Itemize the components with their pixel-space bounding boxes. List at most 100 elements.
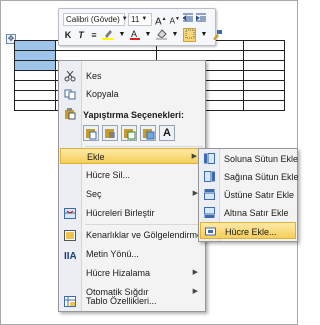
menu-item-label: Metin Yönü... bbox=[86, 249, 139, 259]
chevron-down-icon[interactable]: ▼ bbox=[199, 29, 209, 41]
shading-button[interactable] bbox=[156, 29, 167, 41]
menu-item-label: Hücre Sil... bbox=[86, 170, 131, 180]
chevron-down-icon[interactable]: ▼ bbox=[170, 29, 180, 41]
menu-item-label: Seç bbox=[86, 189, 102, 199]
center-align-button[interactable]: ≡ bbox=[89, 29, 99, 41]
menu-item-borders-shading[interactable]: Kenarlıklar ve Gölgelendirme... bbox=[60, 227, 210, 243]
menu-item-cell-alignment[interactable]: Hücre Hizalama ▶ bbox=[60, 265, 204, 281]
shrink-font-button[interactable]: A▼ bbox=[170, 13, 180, 26]
submenu-item-label: Altına Satır Ekle bbox=[224, 208, 289, 218]
paste-options-icon bbox=[64, 108, 76, 122]
chevron-down-icon[interactable]: ▼ bbox=[143, 29, 153, 41]
table-cell[interactable] bbox=[14, 100, 56, 111]
table-cell[interactable] bbox=[14, 60, 56, 71]
mini-toolbar-row-2: K T ≡ ▼ A ▼ ▼ ▼ bbox=[63, 28, 223, 42]
decrease-indent-icon[interactable] bbox=[182, 13, 193, 25]
borders-button[interactable] bbox=[183, 28, 196, 42]
menu-item-merge-cells[interactable]: Hücreleri Birleştir bbox=[60, 205, 204, 221]
chevron-down-icon: ▼ bbox=[121, 15, 128, 22]
insert-column-left-icon bbox=[204, 153, 215, 164]
bold-label: K bbox=[64, 30, 72, 40]
paste-text-only-label: A bbox=[163, 127, 171, 139]
submenu-item-insert-col-right[interactable]: Sağına Sütun Ekle bbox=[200, 168, 299, 185]
svg-text:IIA: IIA bbox=[64, 251, 76, 260]
merge-cells-icon bbox=[64, 208, 76, 219]
font-size-combo[interactable]: 11 ▼ bbox=[128, 12, 152, 26]
format-painter-icon[interactable] bbox=[212, 29, 223, 41]
menu-item-copy[interactable]: Kopyala bbox=[60, 86, 204, 102]
table-cell[interactable] bbox=[243, 60, 285, 71]
menu-item-delete-cells[interactable]: Hücre Sil... bbox=[60, 167, 204, 183]
menu-item-select[interactable]: Seç ▶ bbox=[60, 186, 204, 202]
table-cell[interactable] bbox=[156, 50, 244, 61]
font-size-value: 11 bbox=[131, 14, 140, 24]
insert-cells-icon bbox=[205, 226, 216, 237]
scissors-icon bbox=[64, 70, 76, 82]
table-cell[interactable] bbox=[14, 70, 56, 81]
menu-separator bbox=[85, 146, 203, 147]
paste-options-heading: Yapıştırma Seçenekleri: bbox=[83, 110, 185, 120]
grow-font-label: A bbox=[155, 16, 162, 28]
submenu-item-insert-row-below[interactable]: Altına Satır Ekle bbox=[200, 204, 296, 221]
menu-item-label: Ekle bbox=[87, 152, 105, 162]
submenu-item-insert-col-left[interactable]: Soluna Sütun Ekle bbox=[200, 150, 298, 167]
table-cell[interactable] bbox=[14, 80, 56, 91]
chevron-right-icon: ▶ bbox=[192, 269, 198, 276]
table-cell[interactable] bbox=[14, 50, 56, 61]
insert-row-above-icon bbox=[204, 189, 215, 200]
chevron-down-icon: ▼ bbox=[141, 15, 148, 22]
text-direction-icon: IIA bbox=[64, 249, 77, 262]
text-highlight-button[interactable] bbox=[102, 29, 114, 41]
chevron-down-icon[interactable]: ▼ bbox=[117, 29, 127, 41]
paste-nest-table-button[interactable] bbox=[121, 125, 137, 141]
table-properties-icon bbox=[64, 296, 76, 307]
borders-icon bbox=[64, 230, 76, 241]
paste-picture-button[interactable] bbox=[140, 125, 156, 141]
mini-toolbar: Calibri (Gövde) ▼ 11 ▼ A▲ A▼ K T ≡ ▼ A ▼… bbox=[58, 8, 222, 46]
table-cell[interactable] bbox=[14, 90, 56, 101]
submenu-item-label: Üstüne Satır Ekle bbox=[224, 190, 295, 200]
italic-button[interactable]: T bbox=[76, 29, 86, 41]
table-cell[interactable] bbox=[243, 70, 285, 81]
menu-item-label: Hücre Hizalama bbox=[86, 268, 151, 278]
table-cell[interactable] bbox=[243, 100, 285, 111]
table-cell[interactable] bbox=[14, 40, 56, 51]
copy-icon bbox=[64, 89, 76, 100]
table-row bbox=[14, 50, 285, 61]
menu-item-cut[interactable]: Kes bbox=[60, 68, 204, 84]
submenu-item-label: Hücre Ekle... bbox=[225, 227, 277, 237]
mini-toolbar-row-1: Calibri (Gövde) ▼ 11 ▼ A▲ A▼ bbox=[63, 12, 206, 28]
menu-item-table-properties[interactable]: Tablo Özellikleri... bbox=[60, 293, 204, 309]
center-align-label: ≡ bbox=[91, 30, 97, 40]
paste-text-only-button[interactable]: A bbox=[159, 125, 175, 141]
menu-item-label: Hücreleri Birleştir bbox=[86, 208, 155, 218]
menu-item-insert[interactable]: Ekle ▶ bbox=[60, 148, 204, 164]
table-cell[interactable] bbox=[243, 80, 285, 91]
submenu-item-insert-row-above[interactable]: Üstüne Satır Ekle bbox=[200, 186, 296, 203]
table-cell[interactable] bbox=[243, 90, 285, 101]
grow-font-button[interactable]: A▲ bbox=[155, 13, 167, 28]
insert-submenu: Soluna Sütun Ekle Sağına Sütun Ekle Üstü… bbox=[198, 148, 299, 242]
font-color-button[interactable]: A bbox=[130, 29, 140, 41]
menu-item-label: Kenarlıklar ve Gölgelendirme... bbox=[86, 230, 210, 240]
font-name-combo[interactable]: Calibri (Gövde) ▼ bbox=[63, 12, 128, 26]
table-cell[interactable] bbox=[55, 50, 157, 61]
menu-item-text-direction[interactable]: IIA Metin Yönü... bbox=[60, 246, 204, 262]
menu-item-label: Tablo Özellikleri... bbox=[86, 296, 157, 306]
font-name-value: Calibri (Gövde) bbox=[66, 14, 120, 24]
insert-column-right-icon bbox=[204, 171, 215, 182]
menu-item-label: Kes bbox=[86, 71, 102, 81]
table-cell[interactable] bbox=[243, 40, 285, 51]
table-cell[interactable] bbox=[243, 50, 285, 61]
menu-item-label: Kopyala bbox=[86, 89, 119, 99]
submenu-item-insert-cells[interactable]: Hücre Ekle... bbox=[200, 222, 296, 239]
menu-separator bbox=[85, 224, 203, 225]
italic-label: T bbox=[78, 30, 84, 40]
paste-merge-format-button[interactable] bbox=[102, 125, 118, 141]
context-menu: Kes Kopyala Yapıştırma Seçenekleri: A Ek… bbox=[58, 60, 210, 312]
chevron-right-icon: ▶ bbox=[191, 153, 197, 160]
paste-keep-source-button[interactable] bbox=[83, 125, 99, 141]
increase-indent-icon[interactable] bbox=[195, 13, 206, 25]
bold-button[interactable]: K bbox=[63, 29, 73, 41]
svg-text:A: A bbox=[131, 29, 137, 39]
